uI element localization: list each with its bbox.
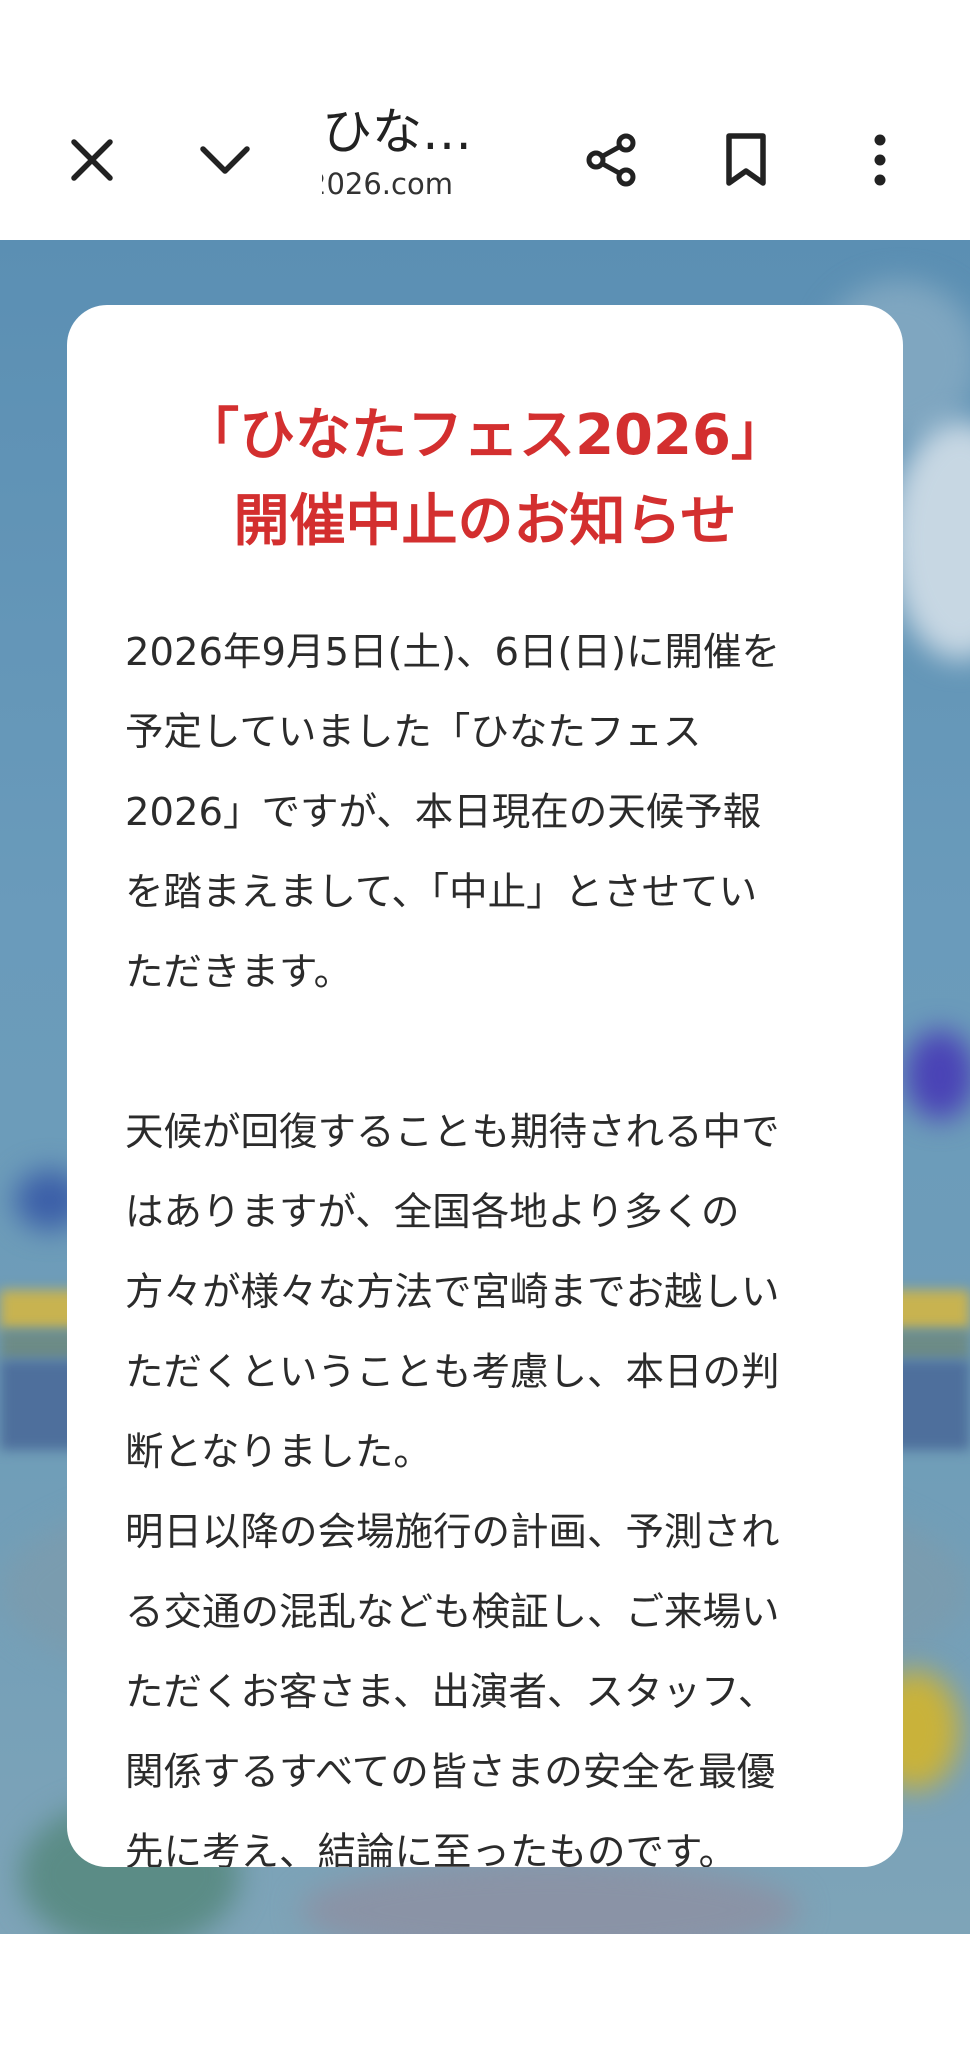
text-line: はありますが、全国各地より多くの [125, 1190, 740, 1235]
page-title: ひな… [322, 103, 472, 161]
page-title-area[interactable]: ひな… 2026.com [322, 100, 502, 220]
text-line: ただくお客さま、出演者、スタッフ、 [125, 1670, 777, 1715]
text-line: 2026年9月5日(土)、6日(日)に開催を [125, 630, 781, 675]
background-shape [300, 1860, 800, 1934]
text-line: 2026」ですが、本日現在の天候予報 [125, 790, 762, 835]
text-line: ただくということも考慮し、本日の判 [125, 1350, 780, 1395]
minimize-button[interactable] [183, 118, 267, 202]
text-line: 先に考え、結論に至ったものです。 [125, 1830, 738, 1867]
custom-tab-toolbar: ひな… 2026.com [0, 0, 970, 240]
text-line: 予定していました「ひなたフェス [125, 710, 702, 755]
text-line: を踏まえまして、「中止」とさせてい [125, 870, 758, 915]
announcement-title: 「ひなたフェス2026」 開催中止のお知らせ [67, 393, 903, 565]
page-url: 2026.com [322, 167, 453, 201]
bottom-blank-area [0, 1934, 970, 2048]
browser-page: ひな… 2026.com 「ひなたフェス2026」 開催中止のお知らせ 2026… [0, 0, 970, 2048]
paragraph-2: 天候が回復することも期待される中で はありますが、全国各地より多くの 方々が様々… [125, 1093, 865, 1493]
text-line: る交通の混乱なども検証し、ご来場い [125, 1590, 780, 1635]
text-line: ただきます。 [125, 950, 353, 995]
bookmark-icon [726, 133, 766, 186]
text-line: 関係するすべての皆さまの安全を最優 [125, 1750, 776, 1795]
announcement-modal: 「ひなたフェス2026」 開催中止のお知らせ 2026年9月5日(土)、6日(日… [67, 305, 903, 1867]
bookmark-button[interactable] [704, 118, 788, 202]
paragraph-1: 2026年9月5日(土)、6日(日)に開催を 予定していました「ひなたフェス 2… [125, 613, 865, 1013]
announcement-body: 2026年9月5日(土)、6日(日)に開催を 予定していました「ひなたフェス 2… [125, 613, 865, 1867]
background-shape [905, 1030, 970, 1120]
more-vert-icon [874, 134, 886, 186]
chevron-down-icon [200, 146, 250, 174]
more-options-button[interactable] [838, 118, 922, 202]
paragraph-3: 明日以降の会場施行の計画、予測され る交通の混乱なども検証し、ご来場い ただくお… [125, 1493, 865, 1867]
text-line: 断となりました。 [125, 1430, 432, 1475]
announcement-title-line1: 「ひなたフェス2026」 [183, 403, 787, 468]
text-line: 方々が様々な方法で宮崎までお越しい [125, 1270, 780, 1315]
announcement-title-line2: 開催中止のお知らせ [233, 489, 737, 554]
close-icon [71, 139, 113, 181]
share-button[interactable] [570, 118, 654, 202]
share-icon [586, 133, 636, 187]
text-line: 天候が回復することも期待される中で [125, 1110, 780, 1155]
text-line: 明日以降の会場施行の計画、予測され [125, 1510, 780, 1555]
close-button[interactable] [50, 118, 134, 202]
